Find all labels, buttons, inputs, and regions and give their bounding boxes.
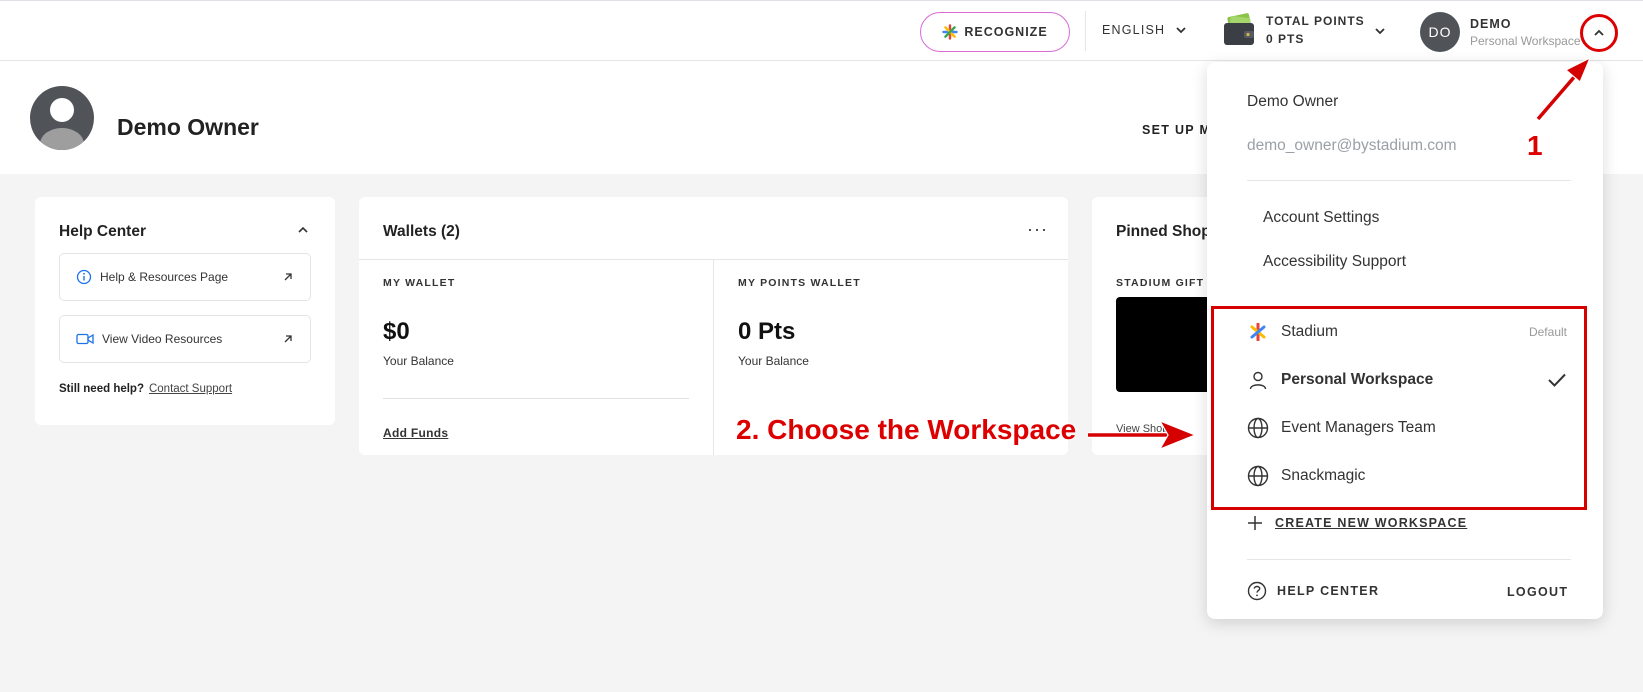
wallets-title: Wallets (2) (383, 223, 460, 240)
total-points-value: 0 PTS (1266, 32, 1305, 46)
recognize-spark-icon (942, 24, 959, 40)
my-wallet-sub: Your Balance (383, 354, 454, 368)
user-menu-toggle-button[interactable] (1580, 14, 1618, 52)
pinned-shop-title: Pinned Shop (1116, 223, 1211, 240)
help-circle-icon (1247, 581, 1267, 601)
dropdown-user-name: Demo Owner (1247, 93, 1339, 110)
user-menu-trigger[interactable]: DO DEMO Personal Workspace (1420, 12, 1581, 52)
divider (1247, 559, 1571, 560)
view-shop-link[interactable]: View Shop (1116, 423, 1168, 435)
top-bar: RECOGNIZE ENGLISH TOTAL POINTS 0 PTS DO … (0, 0, 1643, 61)
collapse-chevron-up-icon[interactable] (297, 224, 309, 236)
more-options-icon[interactable]: ··· (1027, 219, 1048, 240)
chevron-down-icon (1176, 27, 1186, 34)
help-resources-link[interactable]: Help & Resources Page (59, 253, 311, 301)
help-center-button[interactable]: HELP CENTER (1247, 581, 1379, 601)
language-selector[interactable]: ENGLISH (1102, 23, 1187, 37)
points-summary[interactable]: TOTAL POINTS 0 PTS (1222, 13, 1365, 47)
my-wallet-label: MY WALLET (383, 277, 456, 289)
create-workspace-button[interactable]: CREATE NEW WORKSPACE (1247, 515, 1467, 531)
user-name: DEMO (1470, 16, 1512, 31)
language-label: ENGLISH (1102, 23, 1166, 37)
annotation-highlight-box (1211, 306, 1587, 510)
my-wallet-amount: $0 (383, 318, 410, 345)
help-center-title: Help Center (59, 223, 146, 240)
plus-icon (1248, 516, 1262, 530)
external-link-icon (284, 273, 292, 281)
points-wallet-sub: Your Balance (738, 354, 809, 368)
help-center-label: HELP CENTER (1277, 584, 1380, 598)
user-silhouette-icon (40, 98, 84, 150)
profile-avatar (30, 86, 94, 150)
account-settings-link[interactable]: Account Settings (1263, 209, 1379, 227)
add-funds-link[interactable]: Add Funds (383, 426, 448, 440)
video-camera-icon (76, 333, 94, 345)
divider (1247, 180, 1571, 181)
user-workspace: Personal Workspace (1470, 33, 1581, 48)
points-wallet-label: MY POINTS WALLET (738, 277, 861, 289)
wallet-icon (1224, 13, 1254, 45)
profile-name: Demo Owner (117, 114, 259, 140)
recognize-button[interactable]: RECOGNIZE (920, 12, 1070, 52)
recognize-label: RECOGNIZE (964, 25, 1048, 39)
help-center-card: Help Center Help & Resources Page View V… (35, 197, 335, 425)
annotation-step-2: 2. Choose the Workspace (736, 414, 1077, 445)
chevron-up-icon (1594, 29, 1604, 36)
points-wallet-amount: 0 Pts (738, 318, 796, 345)
my-wallet-panel: MY WALLET $0 Your Balance Add Funds (359, 259, 713, 455)
help-item-label: View Video Resources (102, 332, 223, 346)
video-resources-link[interactable]: View Video Resources (59, 315, 311, 363)
external-link-icon (284, 335, 292, 343)
create-workspace-label: CREATE NEW WORKSPACE (1275, 516, 1468, 530)
contact-support-link[interactable]: Contact Support (149, 383, 232, 395)
pinned-shop-card: Pinned Shop STADIUM GIFT SHOP View Shop (1092, 197, 1222, 455)
annotation-step-1: 1 (1527, 130, 1543, 161)
points-chevron-down-icon[interactable] (1374, 25, 1386, 37)
setup-link[interactable]: SET UP MY (1142, 123, 1212, 137)
avatar: DO (1420, 12, 1460, 52)
help-item-label: Help & Resources Page (100, 270, 229, 284)
info-icon (76, 269, 92, 285)
total-points-label: TOTAL POINTS (1266, 14, 1365, 28)
topbar-divider (1085, 11, 1086, 51)
help-footer: Still need help? Contact Support (59, 383, 232, 395)
accessibility-support-link[interactable]: Accessibility Support (1263, 253, 1406, 271)
divider (383, 398, 689, 399)
logout-button[interactable]: LOGOUT (1507, 585, 1568, 599)
dropdown-user-email: demo_owner@bystadium.com (1247, 137, 1457, 154)
still-need-help-text: Still need help? (59, 383, 144, 395)
